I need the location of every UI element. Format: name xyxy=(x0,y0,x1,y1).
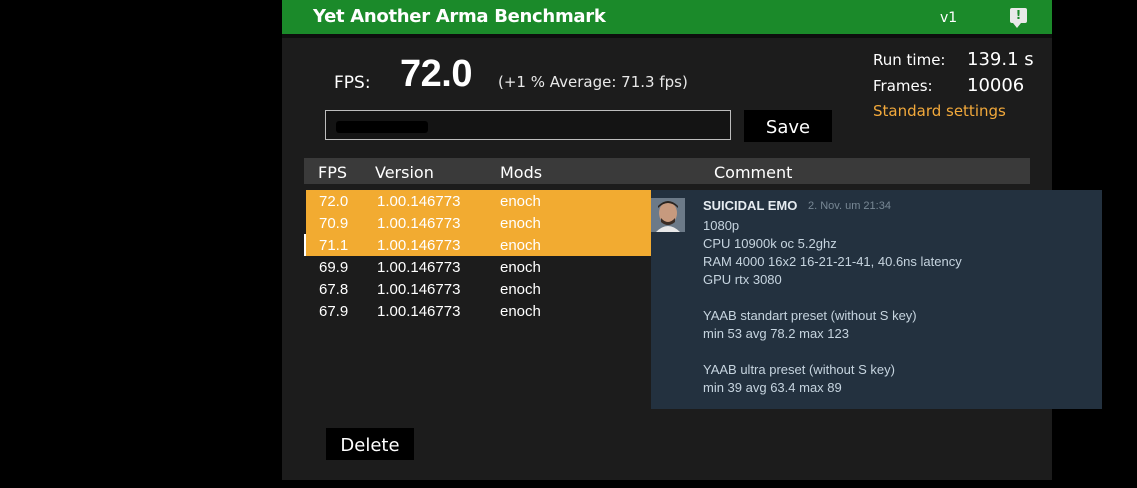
row-fps: 67.9 xyxy=(319,303,349,320)
row-version: 1.00.146773 xyxy=(377,281,461,298)
comment-tooltip: SUICIDAL EMO 2. Nov. um 21:34 1080p CPU … xyxy=(651,190,1102,409)
table-row[interactable]: 67.8 1.00.146773 enoch xyxy=(306,278,652,300)
row-mods: enoch xyxy=(500,259,541,276)
comment-line: YAAB ultra preset (without S key) xyxy=(703,362,895,377)
row-mods: enoch xyxy=(500,237,541,254)
avatar xyxy=(651,198,685,232)
frames-value: 10006 xyxy=(967,75,1025,96)
row-mods: enoch xyxy=(500,281,541,298)
redacted-text xyxy=(336,121,428,133)
standard-settings-link[interactable]: Standard settings xyxy=(873,102,1006,120)
table-row[interactable]: 72.0 1.00.146773 enoch xyxy=(306,190,652,212)
comment-line: min 53 avg 78.2 max 123 xyxy=(703,326,849,341)
comment-line: CPU 10900k oc 5.2ghz xyxy=(703,236,837,251)
table-row[interactable]: 71.1 1.00.146773 enoch xyxy=(306,234,652,256)
row-fps: 70.9 xyxy=(319,215,349,232)
row-fps: 67.8 xyxy=(319,281,349,298)
title-bar: Yet Another Arma Benchmark v1 ! xyxy=(282,0,1052,34)
fps-value: 72.0 xyxy=(400,53,472,95)
column-header-fps[interactable]: FPS xyxy=(318,163,347,182)
frames-label: Frames: xyxy=(873,77,933,95)
row-mods: enoch xyxy=(500,303,541,320)
comment-line: YAAB standart preset (without S key) xyxy=(703,308,917,323)
comment-line: RAM 4000 16x2 16-21-21-41, 40.6ns latenc… xyxy=(703,254,962,269)
focus-marker xyxy=(304,234,306,256)
save-button[interactable]: Save xyxy=(744,110,832,142)
row-version: 1.00.146773 xyxy=(377,303,461,320)
row-mods: enoch xyxy=(500,193,541,210)
comment-input[interactable] xyxy=(325,110,731,140)
column-header-mods[interactable]: Mods xyxy=(500,163,542,182)
fps-label: FPS: xyxy=(334,73,371,93)
fps-average: (+1 % Average: 71.3 fps) xyxy=(498,73,688,91)
row-mods: enoch xyxy=(500,215,541,232)
comment-line: 1080p xyxy=(703,218,740,233)
runtime-label: Run time: xyxy=(873,51,946,69)
table-row[interactable]: 67.9 1.00.146773 enoch xyxy=(306,300,652,322)
row-version: 1.00.146773 xyxy=(377,259,461,276)
runtime-value: 139.1 s xyxy=(967,49,1034,70)
row-version: 1.00.146773 xyxy=(377,237,461,254)
app-version: v1 xyxy=(940,10,958,26)
comment-line: min 39 avg 63.4 max 89 xyxy=(703,380,842,395)
app-title: Yet Another Arma Benchmark xyxy=(313,6,606,27)
column-header-version[interactable]: Version xyxy=(375,163,434,182)
table-row[interactable]: 69.9 1.00.146773 enoch xyxy=(306,256,652,278)
comment-date: 2. Nov. um 21:34 xyxy=(808,200,891,212)
info-icon[interactable]: ! xyxy=(1010,8,1027,28)
column-header-comment[interactable]: Comment xyxy=(714,163,792,182)
divider xyxy=(282,34,1052,38)
comment-author: SUICIDAL EMO xyxy=(703,198,798,213)
table-row[interactable]: 70.9 1.00.146773 enoch xyxy=(306,212,652,234)
row-version: 1.00.146773 xyxy=(377,193,461,210)
row-fps: 72.0 xyxy=(319,193,349,210)
table-header: FPS Version Mods Comment xyxy=(304,158,1030,184)
delete-button[interactable]: Delete xyxy=(326,428,414,460)
row-version: 1.00.146773 xyxy=(377,215,461,232)
row-fps: 69.9 xyxy=(319,259,349,276)
row-fps: 71.1 xyxy=(319,237,349,254)
comment-line: GPU rtx 3080 xyxy=(703,272,782,287)
